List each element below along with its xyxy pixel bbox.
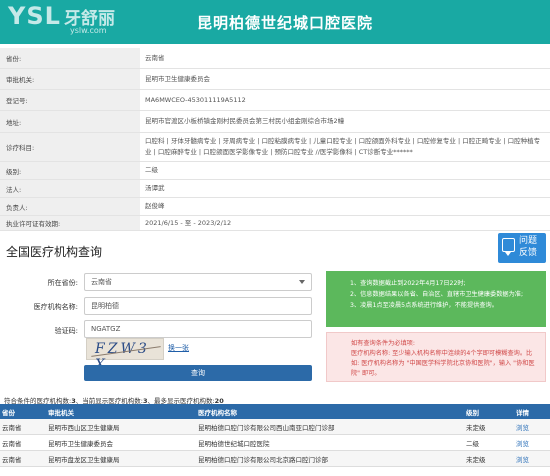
column-header-name[interactable]: 医疗机构名称: [198, 404, 237, 419]
info-value: 二级: [145, 166, 158, 174]
info-label: 地址:: [0, 111, 140, 132]
feedback-label-line2: 反馈: [519, 248, 538, 258]
info-row-province: 省份: 云南省: [0, 48, 550, 69]
info-label: 诊疗科目:: [0, 133, 140, 161]
column-header-authority[interactable]: 审批机关: [48, 404, 74, 419]
page-title: 昆明柏德世纪城口腔医院: [196, 14, 373, 32]
cell-province: 云南省: [2, 440, 22, 448]
feedback-button[interactable]: 问题 反馈: [498, 233, 546, 263]
captcha-image[interactable]: FZW3 X: [86, 338, 164, 373]
site-logo[interactable]: YSL 牙舒丽 yslw.com: [2, 2, 142, 40]
captcha-code-input[interactable]: NGATGZ: [84, 320, 312, 338]
cell-name: 昆明柏德口腔门诊有限公司北京路口腔门诊部: [198, 456, 328, 464]
institution-name-value: 昆明柏德: [91, 302, 119, 310]
institution-name-label: 医疗机构名称:: [33, 303, 78, 311]
province-select-value: 云南省: [91, 278, 112, 286]
cell-authority: 昆明市盘龙区卫生健康局: [48, 456, 120, 464]
results-table: 省份 审批机关 医疗机构名称 级别 详情 云南省 昆明市西山区卫生健康局 昆明柏…: [0, 404, 550, 467]
cell-province: 云南省: [2, 456, 22, 464]
table-row: 云南省 昆明市盘龙区卫生健康局 昆明柏德口腔门诊有限公司北京路口腔门诊部 未定级…: [0, 451, 550, 467]
institution-name-input[interactable]: 昆明柏德: [84, 297, 312, 315]
info-row-level: 级别: 二级: [0, 162, 550, 180]
province-select[interactable]: 云南省: [84, 273, 312, 291]
feedback-label-line1: 问题: [519, 236, 538, 246]
info-value: MA6MWCEO-453011119A5112: [145, 95, 246, 104]
column-header-province[interactable]: 省份: [2, 404, 15, 419]
info-label: 执业许可证有效期:: [0, 216, 140, 230]
cell-level: 未定级: [466, 456, 486, 464]
view-detail-link[interactable]: 浏览: [516, 435, 529, 451]
query-section-title: 全国医疗机构查询: [6, 245, 103, 259]
view-detail-link[interactable]: 浏览: [516, 419, 529, 435]
info-value: 赵俊峰: [145, 202, 165, 210]
info-value: 昆明市官渡区小板桥镇金刚村民委员会第三村民小组金刚综合市场2幢: [145, 117, 345, 125]
hospital-info-table: 省份: 云南省 审批机关: 昆明市卫生健康委员会 登记号: MA6MWCEO-4…: [0, 48, 550, 231]
tips-body: 医疗机构名称: 至少输入机构名称中连续的4个字即可模糊查询。比如: 医疗机构名称…: [351, 350, 535, 377]
column-header-level[interactable]: 级别: [466, 404, 479, 419]
column-header-detail[interactable]: 详情: [516, 404, 529, 419]
chat-bubble-icon: [502, 238, 515, 256]
info-row-registration: 登记号: MA6MWCEO-453011119A5112: [0, 90, 550, 111]
cell-province: 云南省: [2, 424, 22, 432]
info-row-manager: 负责人: 赵俊峰: [0, 198, 550, 216]
notice-line: 2、信息数据结果以各省、自治区、直辖市卫生健康委数据为准;: [350, 291, 524, 298]
table-row: 云南省 昆明市卫生健康委员会 昆明柏德世纪城口腔医院 二级 浏览: [0, 435, 550, 451]
info-label: 负责人:: [0, 198, 140, 215]
refresh-captcha-link[interactable]: 换一张: [168, 343, 189, 353]
notice-box: 1、查询数据截止到2022年4月17日22时; 2、信息数据结果以各省、自治区、…: [326, 271, 546, 327]
info-label: 省份:: [0, 48, 140, 68]
info-value: 昆明市卫生健康委员会: [145, 74, 210, 83]
table-body: 云南省 昆明市西山区卫生健康局 昆明柏德口腔门诊有限公司西山南亚口腔门诊部 未定…: [0, 419, 550, 467]
query-submit-button[interactable]: 查询: [84, 365, 312, 381]
top-header-bar: YSL 牙舒丽 yslw.com 昆明柏德世纪城口腔医院: [0, 0, 550, 44]
info-label: 法人:: [0, 180, 140, 197]
cell-level: 未定级: [466, 424, 486, 432]
info-value: 云南省: [145, 53, 165, 62]
captcha-code-value: NGATGZ: [91, 325, 121, 333]
logo-url: yslw.com: [70, 26, 107, 35]
tips-heading: 如有查询条件为必填项:: [351, 340, 415, 347]
cell-authority: 昆明市西山区卫生健康局: [48, 424, 120, 432]
cell-name: 昆明柏德世纪城口腔医院: [198, 440, 270, 448]
info-label: 登记号:: [0, 90, 140, 110]
table-header: 省份 审批机关 医疗机构名称 级别 详情: [0, 404, 550, 419]
captcha-code-label: 验证码:: [54, 327, 78, 335]
logo-latin: YSL: [8, 2, 61, 30]
chevron-down-icon: [299, 280, 305, 284]
cell-authority: 昆明市卫生健康委员会: [48, 440, 113, 448]
info-value: 口腔科 | 牙体牙髓病专业 | 牙周病专业 | 口腔粘膜病专业 | 儿童口腔专业…: [145, 137, 541, 156]
info-row-departments: 诊疗科目: 口腔科 | 牙体牙髓病专业 | 牙周病专业 | 口腔粘膜病专业 | …: [0, 133, 550, 162]
info-row-legal-person: 法人: 汤谭武: [0, 180, 550, 198]
cell-level: 二级: [466, 440, 479, 448]
search-tips-box: 如有查询条件为必填项: 医疗机构名称: 至少输入机构名称中连续的4个字即可模糊查…: [326, 332, 546, 382]
info-value: 汤谭武: [145, 184, 165, 192]
notice-line: 3、凌晨1点至凌晨5点系统进行维护，不能提供查询。: [350, 302, 498, 309]
info-value: 2021/6/15 - 至 - 2023/2/12: [145, 218, 232, 227]
table-row: 云南省 昆明市西山区卫生健康局 昆明柏德口腔门诊有限公司西山南亚口腔门诊部 未定…: [0, 419, 550, 435]
cell-name: 昆明柏德口腔门诊有限公司西山南亚口腔门诊部: [198, 424, 335, 432]
info-row-address: 地址: 昆明市官渡区小板桥镇金刚村民委员会第三村民小组金刚综合市场2幢: [0, 111, 550, 133]
view-detail-link[interactable]: 浏览: [516, 451, 529, 467]
notice-line: 1、查询数据截止到2022年4月17日22时;: [350, 280, 466, 287]
info-row-license-validity: 执业许可证有效期: 2021/6/15 - 至 - 2023/2/12: [0, 216, 550, 231]
info-label: 审批机关:: [0, 69, 140, 89]
province-label: 所在省份:: [47, 279, 78, 287]
info-label: 级别:: [0, 162, 140, 179]
info-row-authority: 审批机关: 昆明市卫生健康委员会: [0, 69, 550, 90]
